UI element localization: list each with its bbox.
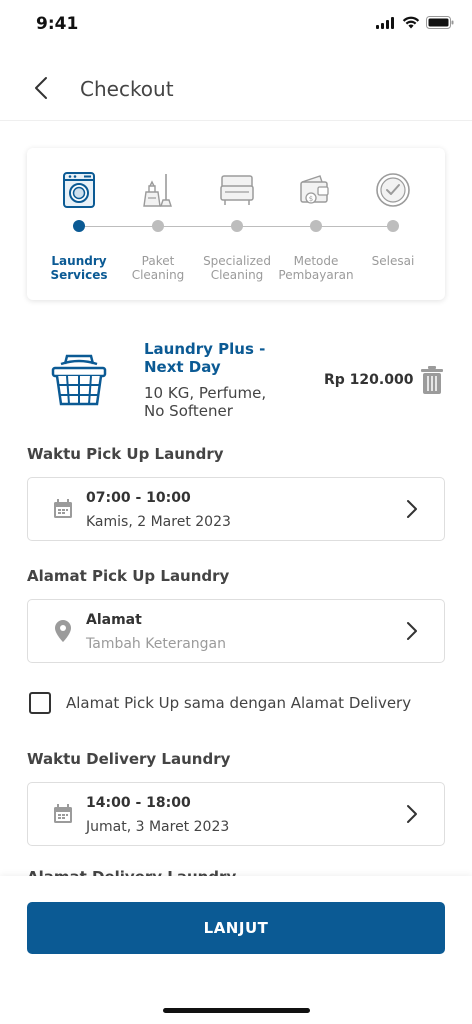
pickup-address-label: Alamat: [86, 612, 142, 628]
same-address-label: Alamat Pick Up sama dengan Alamat Delive…: [66, 694, 412, 712]
item-price: Rp 120.000: [324, 372, 414, 388]
delivery-time-title: Waktu Delivery Laundry: [27, 750, 231, 768]
step-dot: [310, 220, 322, 232]
same-address-checkbox-row[interactable]: Alamat Pick Up sama dengan Alamat Delive…: [27, 690, 445, 716]
bottom-action-bar: LANJUT: [0, 876, 472, 1024]
delivery-time-range: 14:00 - 18:00: [86, 795, 191, 811]
chevron-right-icon: [407, 622, 417, 640]
pickup-address-title: Alamat Pick Up Laundry: [27, 567, 230, 585]
location-pin-icon: [55, 620, 71, 642]
step-selesai[interactable]: Selesai: [353, 170, 433, 268]
step-dot: [387, 220, 399, 232]
delivery-date: Jumat, 3 Maret 2023: [86, 819, 230, 835]
page-title: Checkout: [80, 77, 174, 101]
signal-icon: [376, 16, 394, 29]
cart-item: Laundry Plus - Next Day 10 KG, Perfume, …: [27, 340, 445, 430]
home-indicator: [163, 1008, 310, 1013]
step-label-line1: Metode: [293, 254, 339, 268]
delete-item-button[interactable]: [421, 366, 443, 394]
step-label-line2: Cleaning: [210, 268, 264, 282]
status-icons: [376, 16, 454, 29]
status-time: 9:41: [36, 14, 79, 34]
chevron-right-icon: [407, 805, 417, 823]
back-button[interactable]: [26, 72, 56, 104]
item-description: 10 KG, Perfume, No Softener: [144, 384, 304, 420]
wallet-icon: $: [300, 175, 329, 204]
pickup-time-selector[interactable]: 07:00 - 10:00 Kamis, 2 Maret 2023: [27, 477, 445, 541]
checkout-stepper: Laundry Services Paket Cleaning Speciali…: [27, 148, 445, 300]
step-label-line1: Paket: [141, 254, 175, 268]
item-name: Laundry Plus - Next Day: [144, 340, 274, 376]
step-label-line2: Pembayaran: [278, 268, 354, 282]
step-label-line1: Selesai: [371, 254, 415, 268]
pickup-time-range: 07:00 - 10:00: [86, 490, 191, 506]
item-name-line2: Next Day: [144, 358, 221, 376]
calendar-icon: [54, 499, 72, 518]
same-address-checkbox[interactable]: [29, 692, 51, 714]
chevron-left-icon: [35, 77, 47, 99]
step-label-line1: Laundry: [51, 254, 107, 268]
header-divider: [0, 120, 472, 121]
item-desc-line2: No Softener: [144, 402, 233, 420]
chevron-right-icon: [407, 500, 417, 518]
wifi-icon: [402, 16, 420, 29]
step-label-line1: Specialized: [203, 254, 271, 268]
step-dot-active: [73, 220, 85, 232]
cleaning-supplies-icon: [143, 174, 172, 207]
pickup-date: Kamis, 2 Maret 2023: [86, 514, 231, 530]
sofa-icon: [220, 175, 254, 205]
step-dot: [152, 220, 164, 232]
step-label-line2: Services: [50, 268, 108, 282]
laundry-basket-icon: [51, 350, 107, 413]
pickup-time-title: Waktu Pick Up Laundry: [27, 445, 224, 463]
continue-button[interactable]: LANJUT: [27, 902, 445, 954]
check-circle-icon: [376, 173, 410, 207]
header: Checkout: [0, 62, 472, 118]
calendar-icon: [54, 804, 72, 823]
battery-icon: [426, 16, 454, 29]
pickup-address-placeholder: Tambah Keterangan: [86, 636, 226, 652]
washing-machine-icon: [63, 172, 95, 208]
pickup-address-selector[interactable]: Alamat Tambah Keterangan: [27, 599, 445, 663]
delivery-time-selector[interactable]: 14:00 - 18:00 Jumat, 3 Maret 2023: [27, 782, 445, 846]
status-bar: 9:41: [0, 0, 472, 50]
trash-icon: [421, 366, 443, 394]
step-dot: [231, 220, 243, 232]
item-desc-line1: 10 KG, Perfume,: [144, 384, 267, 402]
item-name-line1: Laundry Plus -: [144, 340, 266, 358]
step-label-line2: Cleaning: [131, 268, 185, 282]
svg-text:$: $: [309, 195, 313, 203]
